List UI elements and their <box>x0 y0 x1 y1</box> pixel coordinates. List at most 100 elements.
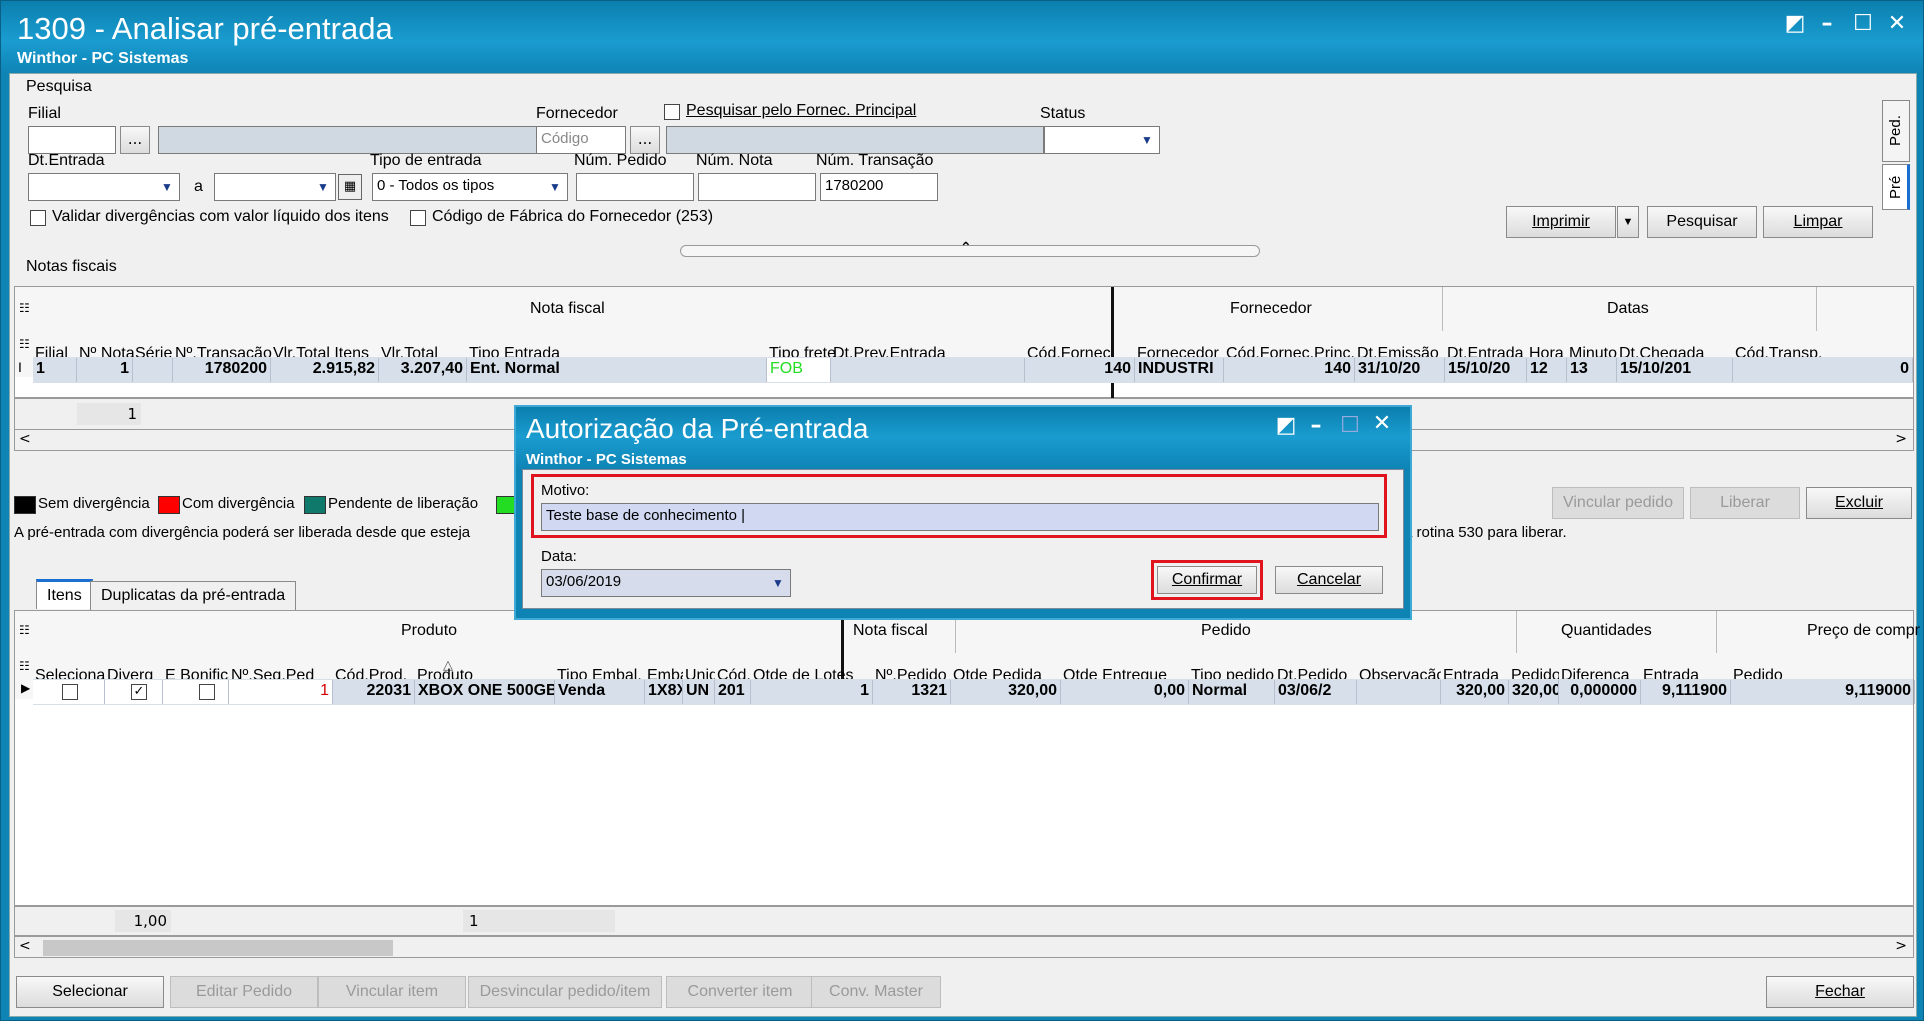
close-icon[interactable]: ✕ <box>1368 411 1396 436</box>
divergencia-checkbox-checked[interactable]: ✓ <box>131 684 147 700</box>
data-input[interactable]: 03/06/2019 ▼ <box>541 569 791 597</box>
table-cell: XBOX ONE 500GBB <box>415 680 555 704</box>
column-chooser-icon[interactable]: ☷ <box>19 301 30 315</box>
liberar-button[interactable]: Liberar <box>1690 487 1800 519</box>
data-value: 03/06/2019 <box>546 573 622 590</box>
itens-hscrollbar[interactable]: < > <box>14 936 1914 958</box>
itens-grid: ☷ ☷ Produto Nota fiscal Pedido Quantidad… <box>14 610 1920 906</box>
window-title: 1309 - Analisar pré-entrada <box>17 11 393 46</box>
table-cell: 13 <box>1567 358 1617 382</box>
band-nota-fiscal: Nota fiscal <box>530 300 605 317</box>
scroll-right-icon[interactable]: > <box>1895 938 1907 954</box>
calendar-icon[interactable]: ▦ <box>338 174 362 200</box>
band-produto: Produto <box>401 622 458 639</box>
fornecedor-placeholder: Código <box>541 130 589 147</box>
table-cell: 140 <box>1224 358 1355 382</box>
converter-item-button[interactable]: Converter item <box>666 976 814 1008</box>
validar-checkbox[interactable] <box>30 210 46 226</box>
main-window: 1309 - Analisar pré-entrada Winthor - PC… <box>0 0 1924 1021</box>
autorizacao-dialog: Autorização da Pré-entrada Winthor - PC … <box>514 405 1412 620</box>
num-pedido-input[interactable] <box>576 173 694 201</box>
filial-code-input[interactable] <box>28 126 116 154</box>
collapse-up-icon[interactable]: ⌃ <box>960 240 972 256</box>
table-cell: FOB <box>767 358 831 382</box>
close-icon[interactable]: ✕ <box>1883 11 1911 36</box>
column-chooser-icon[interactable]: ☷ <box>19 659 30 673</box>
dt-entrada-to-input[interactable]: ▼ <box>214 173 336 201</box>
side-tab-pre[interactable]: Pré <box>1882 164 1910 210</box>
selecionar-button[interactable]: Selecionar <box>16 976 164 1008</box>
table-cell: 15/10/201 <box>1617 358 1733 382</box>
editar-pedido-button[interactable]: Editar Pedido <box>170 976 318 1008</box>
table-cell: Ent. Normal <box>467 358 767 382</box>
band-quantidades: Quantidades <box>1561 622 1652 639</box>
chevron-down-icon[interactable]: ▼ <box>767 571 789 595</box>
chevron-down-icon[interactable]: ▼ <box>544 175 566 199</box>
column-chooser-icon[interactable]: ☷ <box>19 337 30 351</box>
restore-edit-icon[interactable]: ◩ <box>1272 413 1300 438</box>
motivo-input[interactable]: Teste base de conhecimento | <box>541 503 1379 531</box>
vincular-pedido-button[interactable]: Vincular pedido <box>1552 487 1684 519</box>
validar-label: Validar divergências com valor líquido d… <box>52 208 389 225</box>
pesquisar-button[interactable]: Pesquisar <box>1647 206 1757 238</box>
confirmar-button[interactable]: Confirmar <box>1157 566 1257 594</box>
calendar-dropdown-icon[interactable]: ▼ <box>156 175 178 199</box>
scroll-left-icon[interactable]: < <box>19 431 31 447</box>
num-transacao-label: Núm. Transação <box>816 152 934 169</box>
tab-duplicatas[interactable]: Duplicatas da pré-entrada <box>90 581 297 611</box>
table-cell: 140 <box>1025 358 1135 382</box>
minimize-icon[interactable]: – <box>1813 11 1841 36</box>
tipo-entrada-label: Tipo de entrada <box>370 152 482 169</box>
window-subtitle: Winthor - PC Sistemas <box>17 50 189 67</box>
imprimir-button[interactable]: Imprimir <box>1506 206 1616 238</box>
filial-lookup-button[interactable]: ... <box>120 126 150 154</box>
band-divider <box>1442 287 1443 331</box>
fornecedor-lookup-button[interactable]: ... <box>630 126 660 154</box>
conv-master-button[interactable]: Conv. Master <box>811 976 941 1008</box>
selecionar-checkbox[interactable] <box>62 684 78 700</box>
chevron-down-icon[interactable]: ▼ <box>1136 128 1158 152</box>
fechar-button[interactable]: Fechar <box>1766 976 1914 1008</box>
title-bar[interactable]: 1309 - Analisar pré-entrada Winthor - PC… <box>1 1 1924 73</box>
dt-entrada-from-input[interactable]: ▼ <box>28 173 180 201</box>
cancelar-button[interactable]: Cancelar <box>1275 566 1383 594</box>
row-edit-cursor-icon: I <box>18 359 22 375</box>
table-cell: 1 <box>229 680 333 704</box>
imprimir-dropdown-button[interactable]: ▼ <box>1617 206 1639 238</box>
side-tab-ped[interactable]: Ped. <box>1882 100 1910 162</box>
column-chooser-icon[interactable]: ☷ <box>19 623 30 637</box>
codigo-fabrica-checkbox[interactable] <box>410 210 426 226</box>
scroll-right-icon[interactable]: > <box>1895 431 1907 447</box>
desvincular-button[interactable]: Desvincular pedido/item <box>468 976 662 1008</box>
table-cell: 15/10/20 <box>1445 358 1527 382</box>
bonificacao-checkbox[interactable] <box>199 684 215 700</box>
table-cell: 12 <box>1527 358 1567 382</box>
dt-entrada-label: Dt.Entrada <box>28 152 105 169</box>
date-range-separator: a <box>194 178 203 195</box>
table-cell: 2.915,82 <box>271 358 379 382</box>
tipo-entrada-value: 0 - Todos os tipos <box>377 177 495 194</box>
status-select[interactable]: ▼ <box>1044 126 1160 154</box>
minimize-icon[interactable]: – <box>1302 413 1330 438</box>
table-cell: 1 <box>33 358 77 382</box>
tipo-entrada-select[interactable]: 0 - Todos os tipos ▼ <box>372 173 568 201</box>
num-nota-input[interactable] <box>698 173 816 201</box>
codigo-fabrica-label: Código de Fábrica do Fornecedor (253) <box>432 208 714 225</box>
maximize-icon[interactable]: ☐ <box>1849 11 1877 36</box>
imprimir-label: Imprimir <box>1532 213 1590 230</box>
table-cell: 1 <box>77 358 133 382</box>
num-transacao-input[interactable]: 1780200 <box>820 173 938 201</box>
restore-edit-icon[interactable]: ◩ <box>1781 11 1809 36</box>
cancelar-label: Cancelar <box>1296 571 1362 588</box>
fornec-principal-checkbox[interactable] <box>664 104 680 120</box>
scroll-left-icon[interactable]: < <box>19 938 31 954</box>
band-preco-compra: Preço de compr <box>1807 622 1920 639</box>
tab-itens[interactable]: Itens <box>36 579 93 609</box>
excluir-button[interactable]: Excluir <box>1806 487 1912 519</box>
vincular-item-button[interactable]: Vincular item <box>318 976 466 1008</box>
table-cell: 9,111900 <box>1641 680 1731 704</box>
calendar-dropdown-icon[interactable]: ▼ <box>312 175 334 199</box>
itens-scroll-thumb[interactable] <box>43 940 393 956</box>
limpar-button[interactable]: Limpar <box>1763 206 1873 238</box>
fornecedor-code-input[interactable]: Código <box>536 126 626 154</box>
